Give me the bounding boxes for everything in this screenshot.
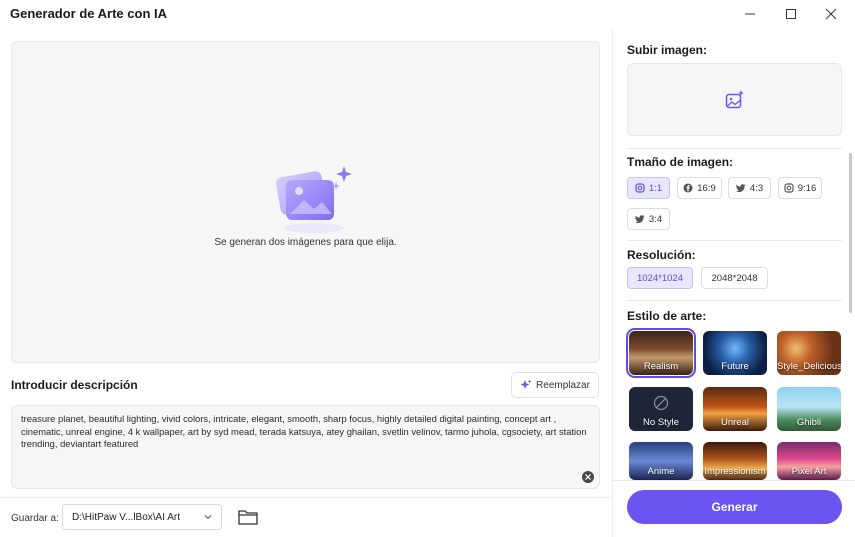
scrollbar-thumb[interactable] bbox=[849, 153, 852, 313]
size-option-9-16[interactable]: 9:16 bbox=[778, 177, 822, 199]
sparkle-icon bbox=[520, 379, 532, 389]
upload-image-area[interactable] bbox=[627, 63, 842, 136]
resolution-title: Resolución: bbox=[627, 248, 696, 262]
close-icon bbox=[825, 8, 837, 20]
description-textarea[interactable]: treasure planet, beautiful lighting, viv… bbox=[11, 405, 600, 489]
close-button[interactable] bbox=[811, 0, 851, 28]
size-option-16-9[interactable]: 16:9 bbox=[677, 177, 722, 199]
minimize-button[interactable] bbox=[730, 0, 770, 28]
folder-icon[interactable] bbox=[237, 507, 259, 527]
maximize-button[interactable] bbox=[771, 0, 811, 28]
style-label: Unreal bbox=[721, 417, 749, 428]
resolution-option-1024[interactable]: 1024*1024 bbox=[627, 267, 693, 289]
style-tile-future[interactable]: Future bbox=[703, 331, 767, 375]
size-title: Tmaño de imagen: bbox=[627, 155, 734, 169]
chevron-down-icon bbox=[204, 515, 212, 520]
save-path-select[interactable]: D:\HitPaw V...lBox\AI Art bbox=[62, 504, 222, 530]
size-option-1-1[interactable]: 1:1 bbox=[627, 177, 670, 199]
add-image-icon bbox=[725, 89, 744, 108]
upload-title: Subir imagen: bbox=[627, 43, 708, 57]
style-label: Pixel Art bbox=[791, 466, 827, 477]
style-label: No Style bbox=[643, 417, 679, 428]
size-option-3-4[interactable]: 3:4 bbox=[627, 208, 670, 230]
images-placeholder-icon bbox=[276, 166, 352, 233]
save-path-value: D:\HitPaw V...lBox\AI Art bbox=[72, 511, 181, 523]
resolution-option-label: 1024*1024 bbox=[637, 272, 683, 284]
divider bbox=[627, 240, 842, 241]
instagram-icon bbox=[635, 183, 645, 193]
style-label: Anime bbox=[647, 466, 675, 477]
save-bar: Guardar a: D:\HitPaw V...lBox\AI Art bbox=[0, 497, 612, 537]
app-title: Generador de Arte con IA bbox=[10, 6, 167, 21]
size-option-label: 4:3 bbox=[749, 182, 764, 194]
replace-label: Reemplazar bbox=[536, 379, 590, 391]
no-style-icon bbox=[653, 395, 669, 411]
maximize-icon bbox=[786, 9, 796, 19]
description-title: Introducir descripción bbox=[11, 378, 138, 392]
style-tile-impressionism[interactable]: Impressionism bbox=[703, 442, 767, 480]
art-style-title: Estilo de arte: bbox=[627, 309, 707, 323]
divider bbox=[627, 300, 842, 301]
size-option-label: 16:9 bbox=[697, 182, 716, 194]
style-tile-ghibli[interactable]: Ghibli bbox=[777, 387, 841, 431]
right-panel: Subir imagen: Tmaño de imagen: 1:1 16:9 … bbox=[613, 28, 855, 537]
style-tile-delicious[interactable]: Style_Delicious bbox=[777, 331, 841, 375]
style-label: Style_Delicious bbox=[777, 361, 841, 372]
style-tile-anime[interactable]: Anime bbox=[629, 442, 693, 480]
image-preview-area: Se generan dos imágenes para que elija. bbox=[11, 41, 600, 363]
preview-message: Se generan dos imágenes para que elija. bbox=[214, 237, 397, 248]
style-label: Impressionism bbox=[704, 466, 766, 477]
minimize-icon bbox=[745, 13, 755, 15]
resolution-option-2048[interactable]: 2048*2048 bbox=[701, 267, 768, 289]
style-tile-no-style[interactable]: No Style bbox=[629, 387, 693, 431]
replace-button[interactable]: Reemplazar bbox=[511, 372, 599, 398]
left-panel: Se generan dos imágenes para que elija. … bbox=[0, 28, 612, 537]
size-option-label: 1:1 bbox=[648, 182, 663, 194]
divider bbox=[613, 480, 855, 481]
style-label: Ghibli bbox=[796, 417, 822, 428]
save-label: Guardar a: bbox=[11, 513, 59, 524]
clear-description-button[interactable] bbox=[582, 471, 594, 483]
instagram-icon bbox=[784, 183, 794, 193]
size-option-label: 9:16 bbox=[797, 182, 817, 194]
facebook-icon bbox=[683, 183, 693, 193]
twitter-icon bbox=[735, 183, 746, 193]
size-option-4-3[interactable]: 4:3 bbox=[728, 177, 771, 199]
clear-icon bbox=[585, 474, 591, 480]
divider bbox=[627, 148, 842, 149]
generate-button[interactable]: Generar bbox=[627, 490, 842, 524]
style-tile-realism[interactable]: Realism bbox=[626, 328, 696, 378]
size-option-label: 3:4 bbox=[648, 213, 663, 225]
title-bar: Generador de Arte con IA bbox=[0, 0, 855, 28]
style-tile-unreal[interactable]: Unreal bbox=[703, 387, 767, 431]
style-label: Future bbox=[721, 361, 749, 372]
style-label: Realism bbox=[643, 361, 679, 372]
twitter-icon bbox=[634, 214, 645, 224]
style-tile-pixel-art[interactable]: Pixel Art bbox=[777, 442, 841, 480]
resolution-option-label: 2048*2048 bbox=[711, 272, 758, 284]
